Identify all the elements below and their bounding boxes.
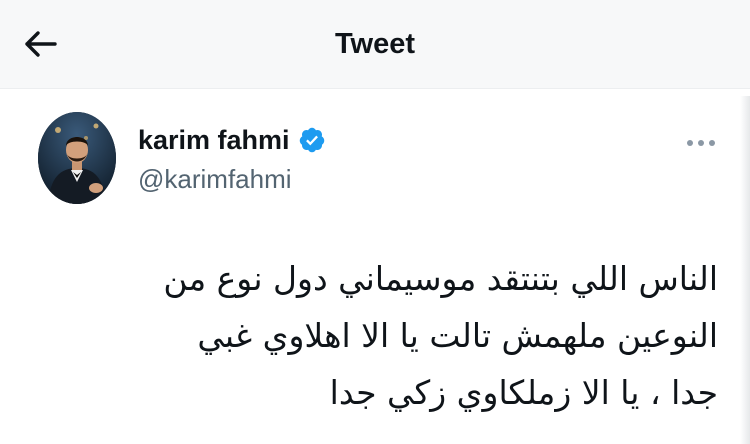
author-handle[interactable]: @karimfahmi (138, 162, 292, 196)
author-display-name[interactable]: karim fahmi (138, 122, 290, 158)
verified-badge-icon (299, 127, 324, 153)
scroll-edge (740, 96, 750, 444)
page-title: Tweet (334, 28, 416, 60)
avatar[interactable] (38, 112, 116, 204)
tweet-line: النوعين ملهمش تالت يا الا اهلاوي غبي (197, 316, 718, 355)
header-divider (0, 88, 750, 89)
more-options-button[interactable] (676, 128, 726, 158)
tweet-text: الناس اللي بتنتقد موسيماني دول نوع من ال… (40, 250, 718, 421)
avatar-image (38, 112, 116, 204)
more-horizontal-icon (687, 140, 715, 146)
tweet-line: الناس اللي بتنتقد موسيماني دول نوع من (163, 259, 718, 298)
author-name-row: karim fahmi (138, 122, 326, 158)
tweet-line: جدا ، يا الا زملكاوي زكي جدا (329, 373, 718, 412)
top-bar: Tweet (0, 0, 750, 88)
